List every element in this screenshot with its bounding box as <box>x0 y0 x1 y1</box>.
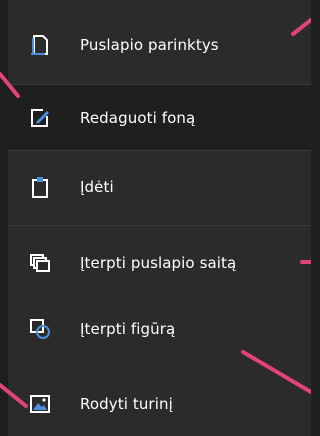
edit-background-icon <box>28 106 52 130</box>
screen: Puslapio parinktys Redaguoti foną Įdėti … <box>0 0 311 436</box>
menu-item-show-content[interactable]: Rodyti turinį <box>8 371 311 436</box>
menu-divider <box>8 150 311 151</box>
menu-item-insert-shape[interactable]: Įterpti figūrą <box>8 296 311 361</box>
menu-item-label: Įdėti <box>80 177 114 196</box>
menu-item-label: Įterpti figūrą <box>80 319 176 338</box>
paste-icon <box>28 175 52 199</box>
show-content-icon <box>28 392 52 416</box>
menu-item-label: Rodyti turinį <box>80 394 173 413</box>
menu-item-label: Redaguoti foną <box>80 108 196 127</box>
insert-shape-icon <box>28 317 52 341</box>
menu-item-paste[interactable]: Įdėti <box>8 154 311 219</box>
menu-divider <box>8 225 311 226</box>
menu-item-label: Įterpti puslapio saitą <box>80 253 237 272</box>
insert-page-link-icon <box>28 251 52 275</box>
menu-item-page-options[interactable]: Puslapio parinktys <box>8 12 311 77</box>
menu-item-label: Puslapio parinktys <box>80 35 219 54</box>
page-options-icon <box>28 33 52 57</box>
menu-item-insert-page-link[interactable]: Įterpti puslapio saitą <box>8 230 311 295</box>
context-menu: Puslapio parinktys Redaguoti foną Įdėti … <box>8 0 311 436</box>
menu-item-edit-background[interactable]: Redaguoti foną <box>8 85 311 150</box>
